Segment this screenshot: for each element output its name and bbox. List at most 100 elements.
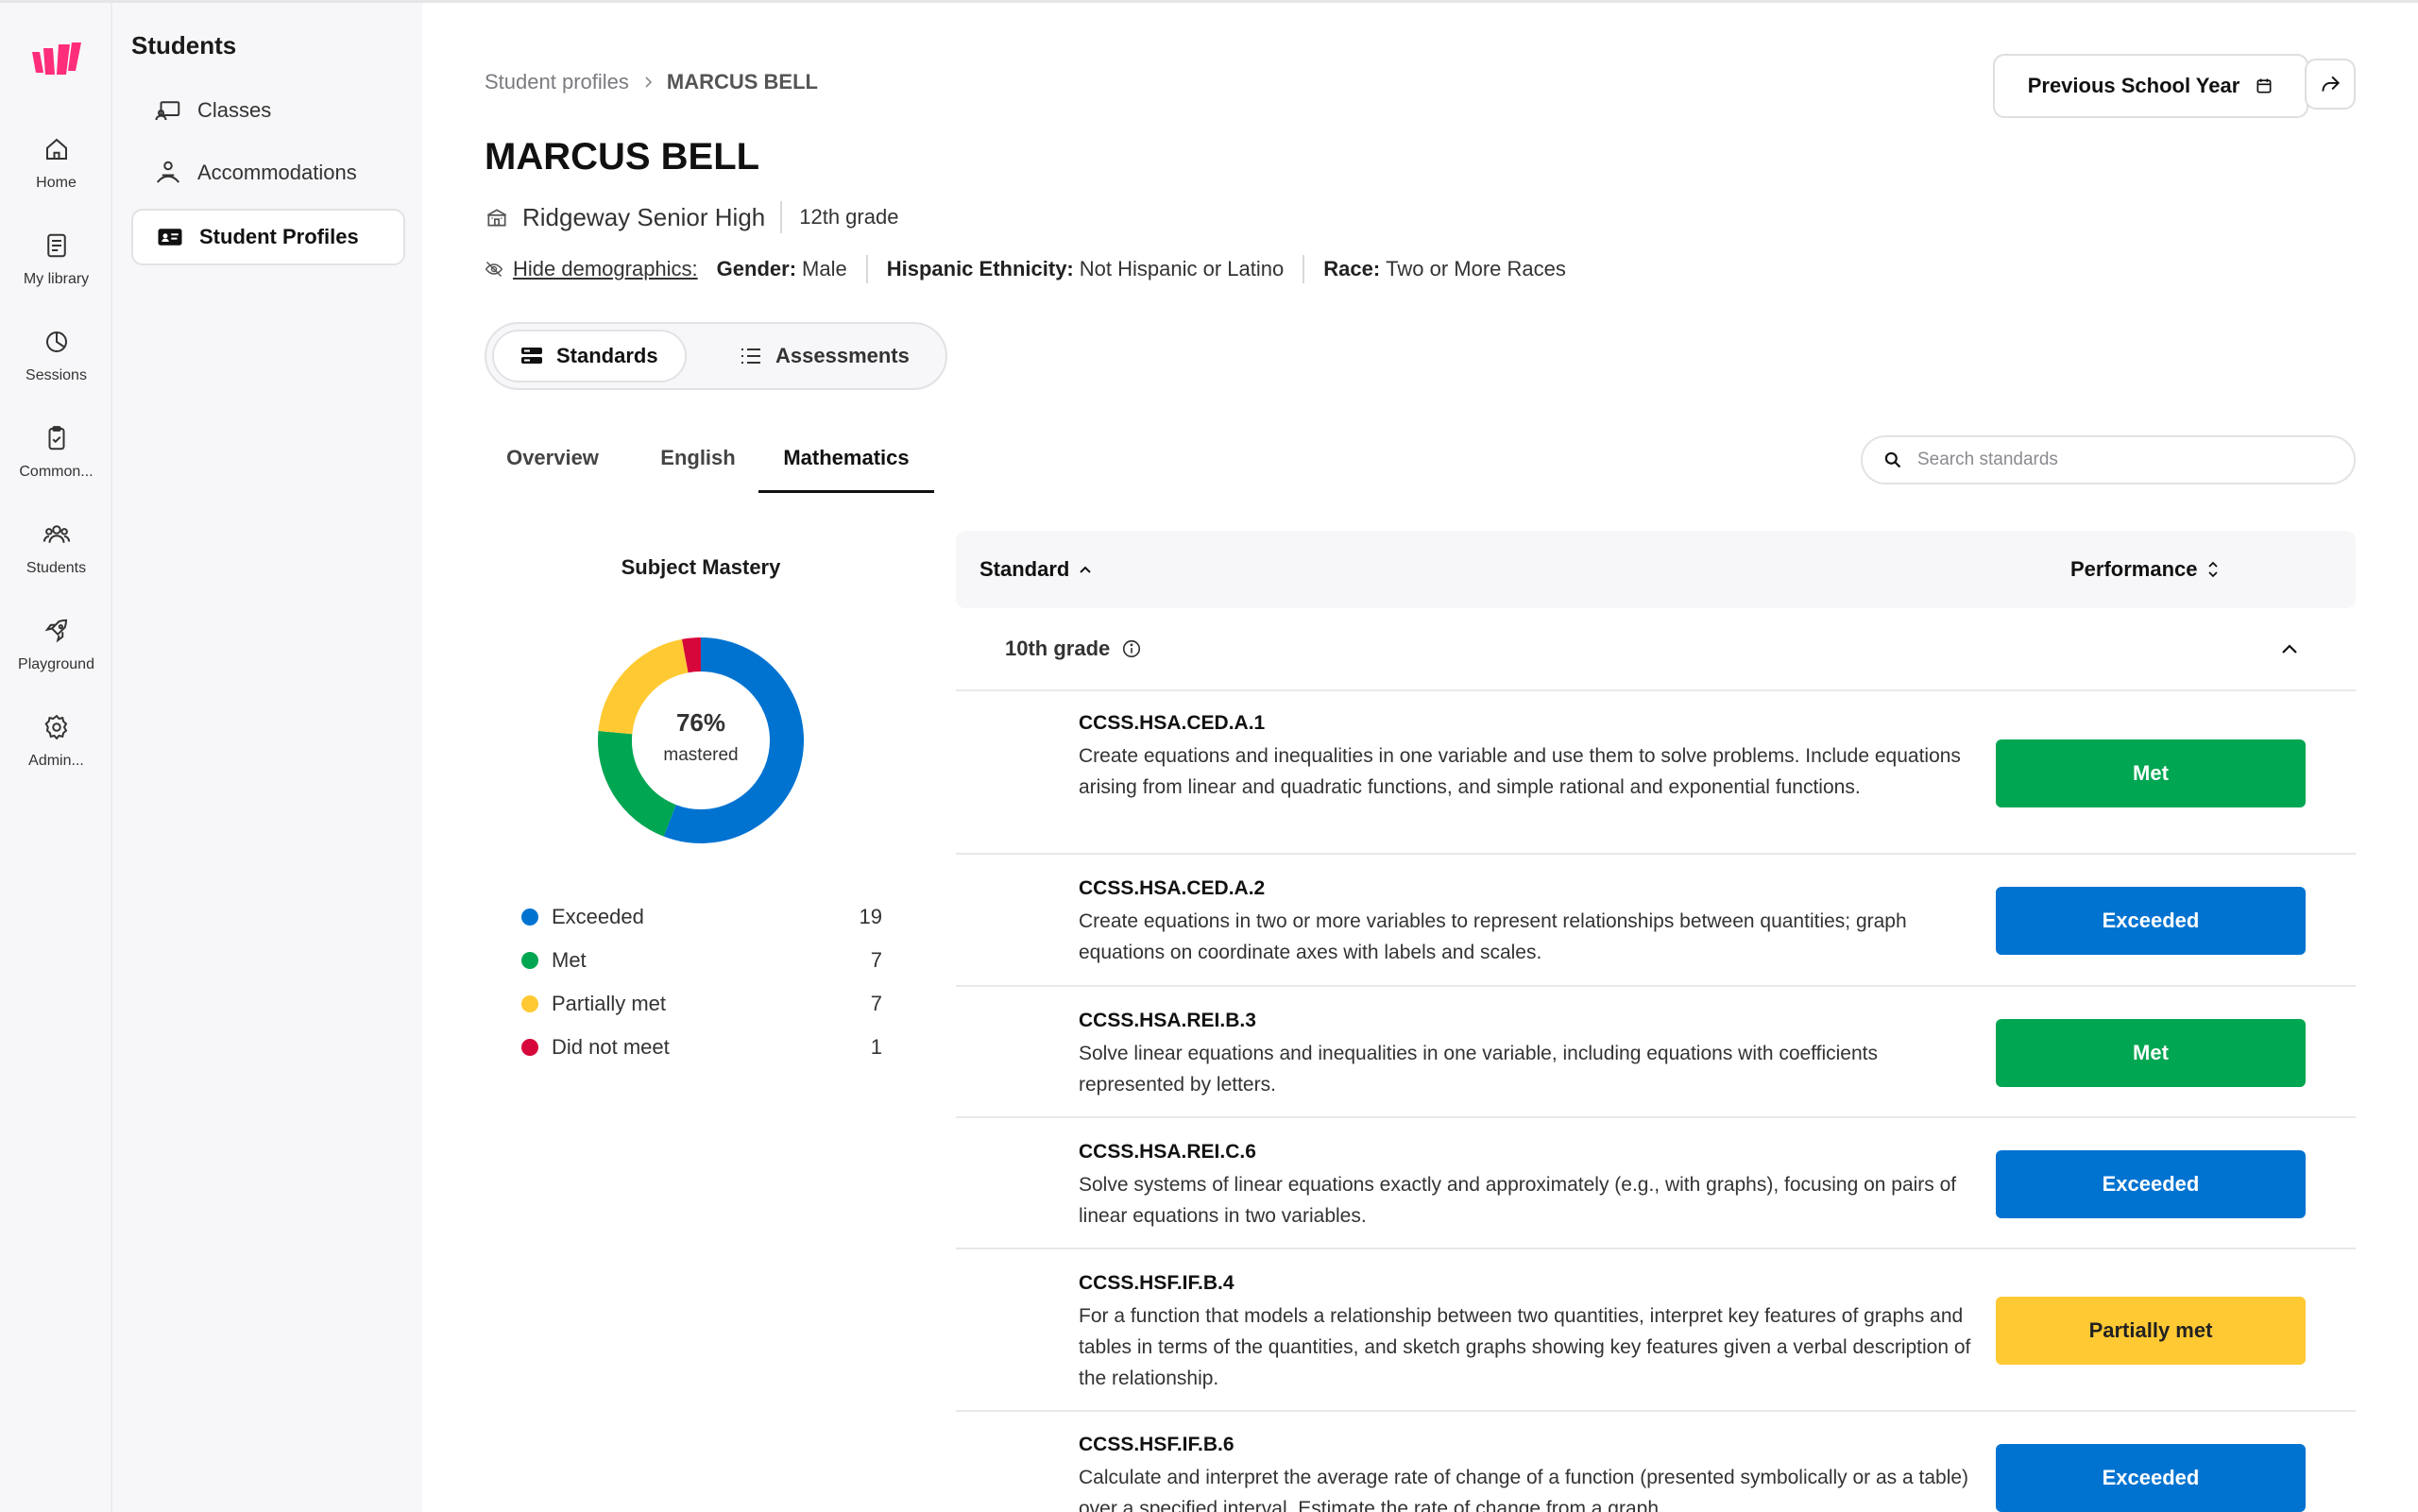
tab-label: English: [660, 446, 736, 469]
rail-item-students[interactable]: Students: [0, 520, 112, 605]
rail-label: My library: [23, 271, 90, 287]
brand-logo-icon[interactable]: [32, 42, 81, 80]
standard-code: CCSS.HSA.CED.A.2: [1079, 877, 1266, 899]
rail-label: Students: [26, 560, 87, 576]
standard-description: Create equations in two or more variable…: [1079, 910, 1907, 963]
mastery-subtitle: mastered: [663, 745, 739, 765]
standard-code: CCSS.HSA.REI.C.6: [1079, 1141, 1256, 1163]
legend-label: Did not meet: [552, 1035, 670, 1059]
school-name: Ridgeway Senior High: [522, 202, 766, 231]
legend-dot: [521, 1039, 538, 1056]
divider: [780, 201, 783, 233]
performance-badge: Met: [1996, 739, 2306, 807]
standard-code: CCSS.HSA.CED.A.1: [1079, 712, 1266, 734]
performance-badge: Exceeded: [1996, 1444, 2306, 1512]
tab-overview[interactable]: Overview: [485, 436, 621, 493]
standard-description: Solve systems of linear equations exactl…: [1079, 1174, 1957, 1227]
previous-school-year-button[interactable]: Previous School Year: [1993, 54, 2308, 118]
info-icon[interactable]: [1121, 638, 1142, 659]
search-input[interactable]: [1917, 450, 2333, 470]
subnav-title: Students: [131, 31, 237, 59]
subnav-item-classes[interactable]: Classes: [131, 82, 405, 139]
view-segmented-control: Standards Assessments: [485, 322, 947, 390]
rail-item-sessions[interactable]: Sessions: [0, 328, 112, 413]
legend-count: 1: [870, 1035, 882, 1059]
subnav-item-accommodations[interactable]: Accommodations: [131, 144, 405, 201]
gender-value: Male: [802, 257, 847, 280]
breadcrumb: Student profiles MARCUS BELL: [485, 70, 818, 94]
divider: [865, 255, 868, 283]
standard-code: CCSS.HSA.REI.B.3: [1079, 1010, 1256, 1031]
rail-item-my-library[interactable]: My library: [0, 231, 112, 316]
sort-performance-column[interactable]: Performance: [2070, 557, 2219, 582]
clipboard-icon: [48, 426, 64, 450]
chevron-up-icon[interactable]: [2278, 638, 2301, 661]
performance-badge: Met: [1996, 1019, 2306, 1087]
legend-dot: [521, 909, 538, 926]
search-icon: [1884, 451, 1901, 468]
app-rail: Home My library Sessions Common... Stude…: [0, 3, 112, 1512]
home-icon: [45, 138, 67, 160]
race-value: Two or More Races: [1386, 257, 1566, 280]
table-row: CCSS.HSA.REI.C.6 Solve systems of linear…: [956, 1118, 2356, 1249]
accommodations-icon: [156, 161, 180, 183]
legend-label: Partially met: [552, 992, 667, 1015]
table-row: CCSS.HSA.CED.A.2 Create equations in two…: [956, 855, 2356, 987]
gender-label: Gender:: [716, 257, 797, 280]
rail-item-home[interactable]: Home: [0, 135, 112, 220]
legend-count: 7: [870, 992, 882, 1015]
table-row: CCSS.HSA.CED.A.1 Create equations and in…: [956, 693, 2356, 855]
sort-standard-column[interactable]: Standard: [979, 557, 1092, 582]
hide-demographics-link[interactable]: Hide demographics:: [513, 257, 698, 281]
tab-english[interactable]: English: [636, 436, 760, 493]
subnav-item-label: Classes: [197, 98, 272, 122]
rail-label: Home: [36, 175, 77, 191]
segment-standards[interactable]: Standards: [492, 330, 687, 382]
previous-school-year-label: Previous School Year: [2027, 74, 2240, 97]
gear-icon: [43, 714, 67, 740]
student-grade: 12th grade: [799, 205, 899, 229]
standard-code: CCSS.HSF.IF.B.4: [1079, 1272, 1235, 1294]
chevron-up-icon: [1080, 566, 1092, 573]
breadcrumb-current: MARCUS BELL: [666, 70, 818, 93]
column-standard-label: Standard: [979, 557, 1070, 581]
rail-item-admin[interactable]: Admin...: [0, 713, 112, 798]
segment-assessments-label: Assessments: [775, 344, 910, 367]
legend-dot: [521, 952, 538, 969]
legend-label: Exceeded: [552, 905, 644, 928]
tab-mathematics[interactable]: Mathematics: [758, 436, 934, 493]
standard-description: For a function that models a relationshi…: [1079, 1305, 1971, 1389]
legend-dot: [521, 995, 538, 1012]
student-name: MARCUS BELL: [485, 136, 760, 178]
race-label: Race:: [1323, 257, 1381, 280]
standards-icon: [521, 348, 542, 364]
breadcrumb-parent-link[interactable]: Student profiles: [485, 70, 629, 94]
table-header: Standard Performance: [956, 531, 2356, 608]
rail-label: Sessions: [26, 367, 87, 383]
legend-item-did-not-meet: Did not meet 1: [521, 1026, 882, 1069]
segment-assessments[interactable]: Assessments: [713, 330, 936, 382]
rail-item-common[interactable]: Common...: [0, 424, 112, 509]
legend-count: 7: [870, 948, 882, 972]
subnav-item-student-profiles[interactable]: Student Profiles: [131, 209, 405, 265]
donut-slice-did-not-meet: [681, 637, 702, 673]
table-row: CCSS.HSF.IF.B.6 Calculate and interpret …: [956, 1412, 2356, 1512]
school-icon: [486, 209, 507, 227]
standard-description: Solve linear equations and inequalities …: [1079, 1043, 1878, 1096]
group-row-10th-grade[interactable]: 10th grade: [956, 614, 2356, 691]
library-icon: [46, 233, 66, 258]
rail-label: Admin...: [28, 753, 84, 769]
rail-label: Common...: [19, 464, 94, 480]
students-icon: [43, 525, 70, 543]
rail-label: Playground: [18, 656, 94, 672]
subnav-item-label: Student Profiles: [199, 225, 359, 248]
subject-mastery-title: Subject Mastery: [621, 555, 781, 579]
table-row: CCSS.HSA.REI.B.3 Solve linear equations …: [956, 987, 2356, 1118]
tab-label: Overview: [506, 446, 599, 469]
share-button[interactable]: [2305, 59, 2356, 110]
mastery-center: 76% mastered: [597, 708, 805, 766]
demographics-row: Hide demographics: Gender: Male Hispanic…: [485, 253, 1566, 285]
calendar-icon: [2256, 78, 2272, 93]
rocket-icon: [44, 619, 67, 643]
rail-item-playground[interactable]: Playground: [0, 617, 112, 702]
